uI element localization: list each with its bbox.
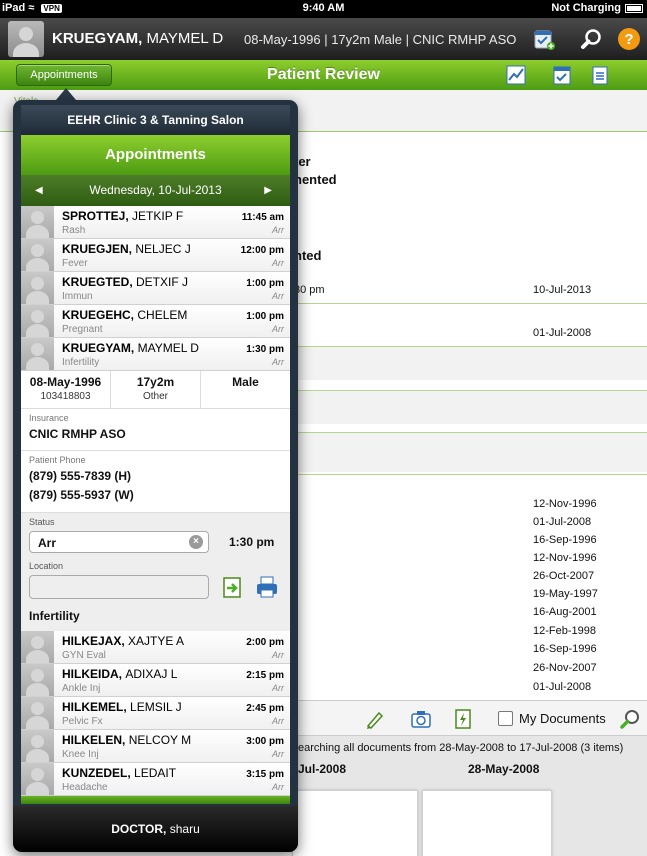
previous-day-arrow-icon[interactable]: ◀ [35,175,43,206]
history-date: 12-Feb-1998 [533,625,596,637]
check-in-icon[interactable] [221,575,245,599]
location-field[interactable] [29,575,209,599]
detail-mrn: 103418803 [40,391,91,402]
signed-in-user: DOCTOR, sharu [13,806,298,852]
patient-header: KRUEGYAM, MAYMEL D 08-May-1996 | 17y2m M… [0,18,647,60]
detail-age-sub: Other [142,391,168,402]
history-date: 01-Jul-2008 [533,681,592,693]
patient-photo [21,730,54,762]
patient-photo [21,239,54,271]
popover-title: Appointments [21,135,290,175]
history-date: 12-Nov-1996 [533,552,597,564]
print-icon[interactable] [255,575,279,599]
status-label: Status [29,517,55,527]
patient-name[interactable]: KRUEGYAM, MAYMEL D [52,30,223,47]
appointment-row[interactable]: KUNZEDEL, LEDAIT Headache 3:15 pm Arr [21,763,290,796]
document-date: Jul-2008 [298,762,347,776]
detail-dob: 08-May-1996 [29,375,102,389]
patient-photo [21,206,54,238]
patient-photo [21,763,54,795]
detail-sex: Male [232,375,259,389]
chart-icon[interactable] [506,65,526,85]
phone-home[interactable]: (879) 555-7839 (H) [29,469,282,483]
checklist-icon[interactable] [552,65,572,85]
pen-icon[interactable] [364,708,386,730]
document-thumbnail[interactable] [422,790,552,856]
status-bar: iPad ≈ VPN 9:40 AM Not Charging [0,0,647,18]
appointment-row[interactable]: HILKEIDA, ADIXAJ L Ankle Inj 2:15 pm Arr [21,664,290,697]
appointment-row[interactable]: SPROTTEJ, JETKIP F Rash 11:45 am Arr [21,206,290,239]
lightning-document-icon[interactable] [452,708,474,730]
patient-avatar[interactable] [8,21,44,57]
appointment-row[interactable]: KRUEGEHC, CHELEM Pregnant 1:00 pm Arr [21,305,290,338]
selected-date: Wednesday, 10-Jul-2013 [89,183,222,197]
bg-time: 30 pm [294,284,325,296]
bg-heading-2: nented [294,172,337,187]
notes-icon[interactable] [590,65,610,85]
history-date: 16-Aug-2001 [533,606,597,618]
clock: 9:40 AM [302,2,345,14]
patient-photo [21,664,54,696]
bg-heading-3: nted [294,248,322,263]
status-field[interactable]: Arr × [29,531,209,553]
my-documents-checkbox[interactable] [498,711,513,726]
history-date: 19-May-1997 [533,588,598,600]
history-date: 26-Nov-2007 [533,662,597,674]
bg-date: 01-Jul-2008 [533,327,592,339]
insurance-value: CNIC RMHP ASO [29,427,126,441]
document-thumbnail[interactable] [292,790,418,856]
page-title: Patient Review [267,66,380,83]
phone-label: Patient Phone [29,455,86,465]
bg-date: 10-Jul-2013 [533,284,592,296]
appointment-row-selected[interactable]: KRUEGYAM, MAYMEL D Infertility 1:30 pm A… [21,338,290,371]
help-icon[interactable]: ? [617,27,641,51]
appointment-row[interactable]: HILKELEN, NELCOY M Knee Inj 3:00 pm Arr [21,730,290,763]
appointment-row[interactable]: KRUEGJEN, NELJEC J Fever 12:00 pm Arr [21,239,290,272]
appointment-row[interactable]: KRUEGTED, DETXIF J Immun 1:00 pm Arr [21,272,290,305]
appointment-detail: 08-May-1996 103418803 17y2m Other Male Ins… [21,371,290,631]
date-navigator: ◀ Wednesday, 10-Jul-2013 ▶ [21,175,290,206]
patient-photo [21,338,54,370]
search-icon[interactable] [619,708,641,730]
patient-photo [21,272,54,304]
title-bar: Appointments Patient Review [0,60,647,90]
patient-photo [21,631,54,663]
history-date: 01-Jul-2008 [533,516,592,528]
phone-work[interactable]: (879) 555-5937 (W) [29,488,282,502]
patient-info: 08-May-1996 | 17y2m Male | CNIC RMHP ASO [244,32,517,47]
appointment-row[interactable]: HILKEMEL, LEMSIL J Pelvic Fx 2:45 pm Arr [21,697,290,730]
appointments-popover: EEHR Clinic 3 & Tanning Salon Appointmen… [13,100,298,852]
clear-icon[interactable]: × [189,535,203,549]
patient-photo [21,697,54,729]
history-date: 16-Sep-1996 [533,534,597,546]
search-icon[interactable] [580,27,604,51]
appointment-row[interactable]: HILKEJAX, XAJTYE A GYN Eval 2:00 pm Arr [21,631,290,664]
my-documents-label: My Documents [519,711,606,726]
charging-label: Not Charging [551,2,621,14]
next-day-arrow-icon[interactable]: ▶ [264,175,272,206]
location-label: Location [29,561,64,571]
svg-text:?: ? [624,31,633,48]
clinic-name: EEHR Clinic 3 & Tanning Salon [21,105,290,135]
camera-icon[interactable] [410,708,432,730]
detail-age: 17y2m [136,375,175,389]
visit-reason: Infertility [29,609,80,623]
insurance-label: Insurance [29,413,69,423]
search-summary: earching all documents from 28-May-2008 … [298,742,624,754]
history-date: 16-Sep-1996 [533,643,597,655]
documents-toolbar: My Documents [292,700,647,736]
add-document-icon[interactable] [532,27,556,51]
battery-icon [625,3,643,13]
status-time: 1:30 pm [229,535,275,549]
history-date: 12-Nov-1996 [533,498,597,510]
history-date: 26-Oct-2007 [533,570,595,582]
patient-photo [21,305,54,337]
document-date: 28-May-2008 [468,762,540,776]
